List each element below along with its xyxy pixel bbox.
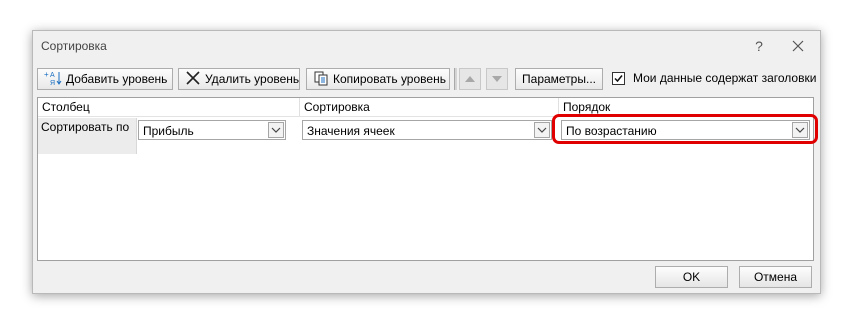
copy-level-label: Копировать уровень [333, 72, 446, 86]
move-up-button[interactable] [459, 68, 481, 90]
delete-icon [185, 70, 201, 89]
headers-checkbox-label[interactable]: Мои данные содержат заголовки [633, 71, 816, 85]
add-level-button[interactable]: + А Я Добавить уровень [37, 68, 173, 90]
column-header-column: Столбец [38, 98, 300, 116]
svg-text:А: А [50, 72, 55, 79]
move-down-button[interactable] [486, 68, 508, 90]
delete-level-label: Удалить уровень [205, 72, 300, 86]
svg-text:+: + [44, 70, 49, 79]
column-select[interactable]: Прибыль [138, 120, 286, 140]
order-highlight-frame [552, 114, 818, 144]
cancel-button[interactable]: Отмена [739, 266, 812, 288]
dialog-title: Сортировка [41, 39, 107, 53]
copy-level-button[interactable]: Копировать уровень [306, 68, 450, 90]
column-header-sort-on: Сортировка [300, 98, 559, 116]
delete-level-button[interactable]: Удалить уровень [178, 68, 300, 90]
copy-icon [313, 70, 329, 89]
title-bar: Сортировка ? [33, 31, 820, 61]
svg-text:Я: Я [50, 80, 55, 86]
options-button[interactable]: Параметры... [515, 68, 603, 90]
headers-checkbox[interactable] [612, 72, 625, 85]
help-button[interactable]: ? [749, 36, 769, 56]
close-icon[interactable] [788, 36, 808, 56]
sort-on-select-value: Значения ячеек [307, 124, 395, 138]
sort-dialog: Сортировка ? + А Я Добавить уровень Удал… [32, 30, 821, 294]
options-label: Параметры... [522, 72, 596, 86]
ok-button[interactable]: OK [655, 266, 728, 288]
column-select-value: Прибыль [143, 124, 194, 138]
checkmark-icon [614, 75, 623, 83]
add-level-icon: + А Я [44, 70, 62, 89]
row-label-sort-by: Сортировать по [38, 118, 137, 154]
chevron-down-icon[interactable] [534, 122, 550, 138]
arrow-up-icon [465, 76, 475, 82]
add-level-label: Добавить уровень [66, 72, 168, 86]
sort-on-select[interactable]: Значения ячеек [302, 120, 552, 140]
chevron-down-icon[interactable] [268, 122, 284, 138]
toolbar-separator [454, 68, 457, 90]
arrow-down-icon [492, 76, 502, 82]
